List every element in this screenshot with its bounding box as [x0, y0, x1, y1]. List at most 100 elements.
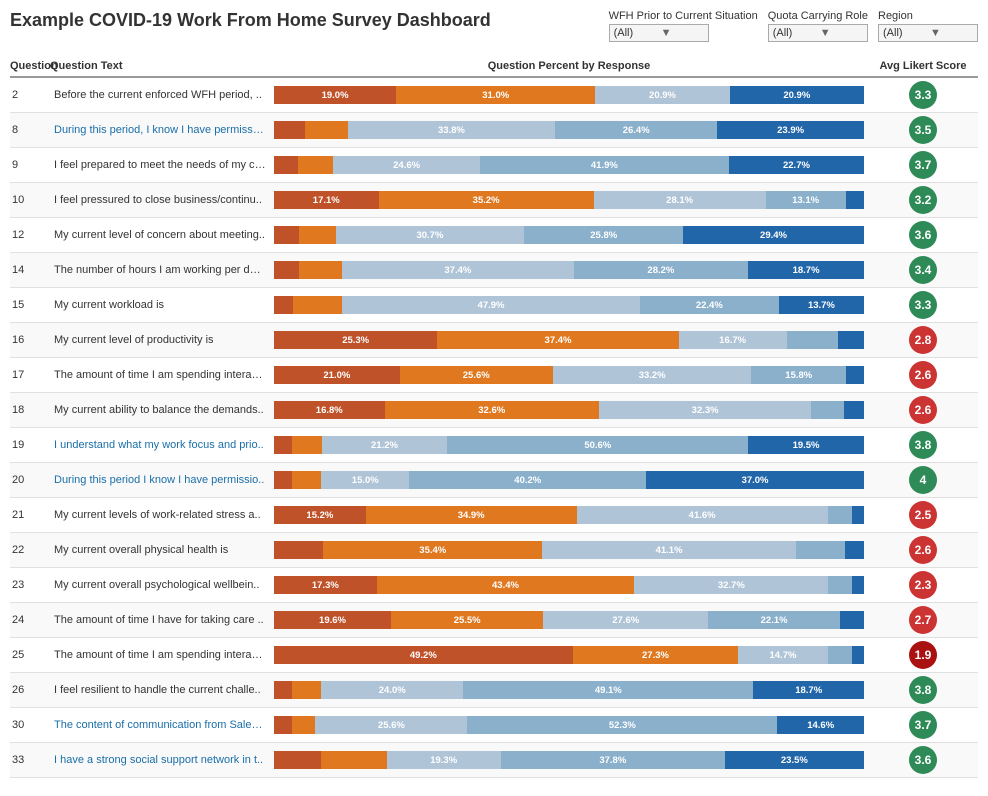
bar-container: 15.0%40.2%37.0% — [274, 471, 864, 489]
question-text: The content of communication from Salesf… — [50, 716, 270, 734]
chart-cell: 49.2%27.3%14.7% — [270, 643, 868, 667]
bar-container: 15.2%34.9%41.6% — [274, 506, 864, 524]
col-header-chart: Question Percent by Response — [270, 60, 868, 72]
bar-segment: 35.4% — [323, 541, 542, 559]
question-text: The amount of time I have for taking car… — [50, 611, 270, 629]
filter-label-region: Region — [878, 10, 913, 22]
col-header-text: Question Text — [50, 60, 270, 72]
table-row: 16My current level of productivity is25.… — [10, 323, 978, 358]
bar-segment — [846, 191, 864, 209]
bar-segment: 33.2% — [553, 366, 752, 384]
dropdown-arrow-quota: ▼ — [820, 27, 863, 39]
question-number: 22 — [10, 541, 50, 559]
question-text: I feel prepared to meet the needs of my … — [50, 156, 270, 174]
question-number: 26 — [10, 681, 50, 699]
bar-segment — [292, 471, 321, 489]
question-text: During this period, I know I have permis… — [50, 121, 270, 139]
question-number: 19 — [10, 436, 50, 454]
col-header-score: Avg Likert Score — [868, 60, 978, 72]
bar-segment: 24.0% — [321, 681, 463, 699]
score-circle: 3.7 — [909, 711, 937, 739]
score-circle: 3.2 — [909, 186, 937, 214]
bar-container: 49.2%27.3%14.7% — [274, 646, 864, 664]
table-row: 15My current workload is47.9%22.4%13.7%3… — [10, 288, 978, 323]
question-text: I have a strong social support network i… — [50, 751, 270, 769]
question-text: My current workload is — [50, 296, 270, 314]
score-circle: 3.8 — [909, 431, 937, 459]
score-circle: 1.9 — [909, 641, 937, 669]
bar-segment: 19.3% — [387, 751, 501, 769]
bar-segment: 20.9% — [730, 86, 864, 104]
question-number: 16 — [10, 331, 50, 349]
filter-select-quota[interactable]: (All) ▼ — [768, 24, 868, 42]
score-cell: 1.9 — [868, 638, 978, 672]
table-row: 14The number of hours I am working per d… — [10, 253, 978, 288]
filter-label-quota: Quota Carrying Role — [768, 10, 868, 22]
bar-segment — [298, 156, 334, 174]
score-cell: 3.2 — [868, 183, 978, 217]
question-text: The amount of time I am spending interac… — [50, 366, 270, 384]
question-number: 20 — [10, 471, 50, 489]
score-cell: 3.4 — [868, 253, 978, 287]
score-cell: 3.5 — [868, 113, 978, 147]
score-circle: 3.4 — [909, 256, 937, 284]
bar-segment: 37.0% — [646, 471, 864, 489]
score-cell: 3.7 — [868, 148, 978, 182]
score-cell: 2.5 — [868, 498, 978, 532]
bar-segment: 37.4% — [342, 261, 574, 279]
bar-segment — [274, 156, 298, 174]
bar-segment — [305, 121, 348, 139]
score-cell: 3.7 — [868, 708, 978, 742]
filter-label-wfh: WFH Prior to Current Situation — [609, 10, 758, 22]
filter-group-region: Region (All) ▼ — [878, 10, 978, 42]
bar-segment: 21.0% — [274, 366, 400, 384]
score-cell: 3.8 — [868, 673, 978, 707]
bar-segment: 47.9% — [342, 296, 639, 314]
score-cell: 2.7 — [868, 603, 978, 637]
bar-container: 17.3%43.4%32.7% — [274, 576, 864, 594]
question-text: My current ability to balance the demand… — [50, 401, 270, 419]
table-row: 22My current overall physical health is3… — [10, 533, 978, 568]
chart-cell: 33.8%26.4%23.9% — [270, 118, 868, 142]
chart-cell: 37.4%28.2%18.7% — [270, 258, 868, 282]
filter-select-wfh[interactable]: (All) ▼ — [609, 24, 709, 42]
dropdown-arrow-wfh: ▼ — [661, 27, 704, 39]
table-row: 8During this period, I know I have permi… — [10, 113, 978, 148]
bar-container: 16.8%32.6%32.3% — [274, 401, 864, 419]
table-row: 30The content of communication from Sale… — [10, 708, 978, 743]
bar-segment: 17.3% — [274, 576, 377, 594]
bar-container: 24.0%49.1%18.7% — [274, 681, 864, 699]
question-text: I understand what my work focus and prio… — [50, 436, 270, 454]
bar-segment — [292, 436, 322, 454]
question-text: My current levels of work-related stress… — [50, 506, 270, 524]
question-text: The amount of time I am spending interac… — [50, 646, 270, 664]
bar-segment: 25.5% — [391, 611, 543, 629]
chart-cell: 19.0%31.0%20.9%20.9% — [270, 83, 868, 107]
bar-segment: 14.6% — [777, 716, 864, 734]
bar-segment: 18.7% — [748, 261, 864, 279]
bar-segment — [293, 296, 343, 314]
bar-segment: 28.2% — [574, 261, 749, 279]
table-row: 19I understand what my work focus and pr… — [10, 428, 978, 463]
score-circle: 3.7 — [909, 151, 937, 179]
bar-container: 21.0%25.6%33.2%15.8% — [274, 366, 864, 384]
score-cell: 2.8 — [868, 323, 978, 357]
bar-segment: 50.6% — [447, 436, 748, 454]
bar-segment: 25.8% — [524, 226, 683, 244]
bar-segment — [845, 541, 864, 559]
bar-segment: 22.7% — [729, 156, 864, 174]
question-text: Before the current enforced WFH period, … — [50, 86, 270, 104]
filter-select-region[interactable]: (All) ▼ — [878, 24, 978, 42]
score-circle: 3.3 — [909, 291, 937, 319]
col-header-question: Question — [10, 60, 50, 72]
chart-cell: 47.9%22.4%13.7% — [270, 293, 868, 317]
table-row: 25The amount of time I am spending inter… — [10, 638, 978, 673]
table-row: 24The amount of time I have for taking c… — [10, 603, 978, 638]
bar-segment: 37.8% — [501, 751, 725, 769]
score-cell: 3.8 — [868, 428, 978, 462]
bar-container: 37.4%28.2%18.7% — [274, 261, 864, 279]
score-cell: 2.6 — [868, 533, 978, 567]
bar-segment — [852, 506, 864, 524]
question-number: 25 — [10, 646, 50, 664]
table-row: 9I feel prepared to meet the needs of my… — [10, 148, 978, 183]
